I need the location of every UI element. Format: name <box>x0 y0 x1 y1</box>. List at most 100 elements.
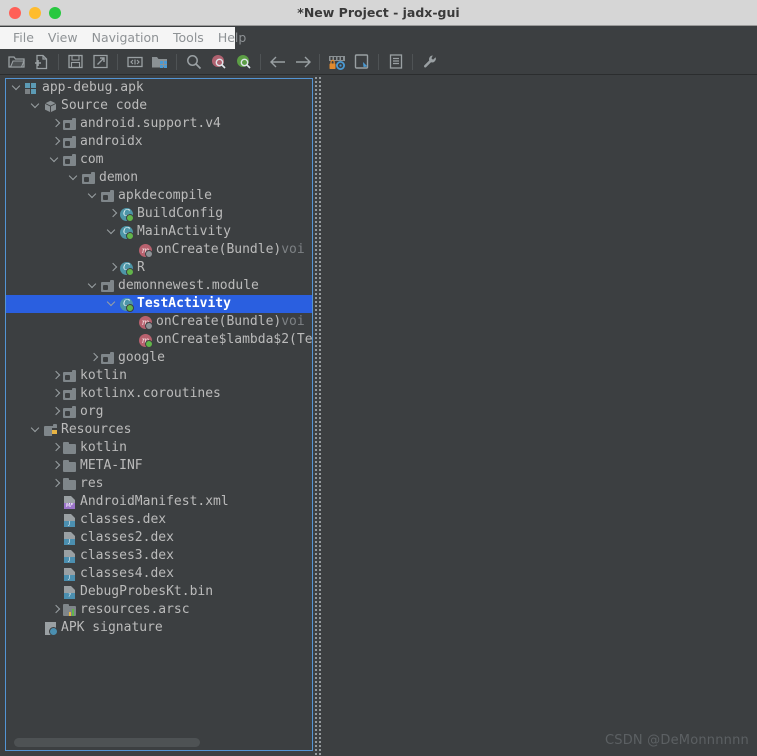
tree-item-label: Resources <box>61 422 132 437</box>
tree-row-selected[interactable]: C TestActivity <box>6 295 312 313</box>
menu-tools[interactable]: Tools <box>166 27 211 49</box>
tree-item-icon <box>23 80 40 96</box>
tree-row[interactable]: Jclasses2.dex <box>6 529 312 547</box>
tree-row[interactable]: org <box>6 403 312 421</box>
chevron-right-icon[interactable] <box>50 403 61 421</box>
menu-navigation[interactable]: Navigation <box>85 27 166 49</box>
tree-row[interactable]: demon <box>6 169 312 187</box>
tree-item-icon <box>61 440 78 456</box>
tree-row[interactable]: Source code <box>6 97 312 115</box>
preferences-icon[interactable] <box>417 50 442 74</box>
tree-row[interactable]: Resources <box>6 421 312 439</box>
chevron-down-icon[interactable] <box>69 169 80 187</box>
tree-item-icon: m <box>137 314 154 330</box>
tree-row[interactable]: android.support.v4 <box>6 115 312 133</box>
tree-row[interactable]: META-INF <box>6 457 312 475</box>
menu-help[interactable]: Help <box>211 27 254 49</box>
chevron-right-icon[interactable] <box>107 259 118 277</box>
tree-item-label: demonnewest.module <box>118 278 259 293</box>
tree-row[interactable]: C BuildConfig <box>6 205 312 223</box>
chevron-right-icon[interactable] <box>50 115 61 133</box>
save-all-icon[interactable] <box>63 50 88 74</box>
chevron-right-icon[interactable] <box>50 133 61 151</box>
chevron-right-icon[interactable] <box>107 205 118 223</box>
project-tree[interactable]: app-debug.apk Source code android.support.… <box>6 79 312 730</box>
tree-row[interactable]: google <box>6 349 312 367</box>
tree-row[interactable]: kotlinx.coroutines <box>6 385 312 403</box>
chevron-right-icon[interactable] <box>50 385 61 403</box>
tree-row[interactable]: com <box>6 151 312 169</box>
chevron-right-icon[interactable] <box>50 475 61 493</box>
tree-item-label: org <box>80 404 104 419</box>
close-button[interactable] <box>9 6 21 19</box>
tree-row[interactable]: CR <box>6 259 312 277</box>
chevron-right-icon[interactable] <box>50 439 61 457</box>
search-icon[interactable] <box>181 50 206 74</box>
text-search-icon[interactable] <box>206 50 231 74</box>
chevron-down-icon[interactable] <box>107 223 118 241</box>
tree-item-label: AndroidManifest.xml <box>80 494 229 509</box>
package-icon <box>101 190 114 202</box>
chevron-right-icon[interactable] <box>50 601 61 619</box>
tree-item-label: com <box>80 152 104 167</box>
panel-splitter[interactable] <box>314 76 323 756</box>
tree-item-label: resources.arsc <box>80 602 190 617</box>
tree-row[interactable]: m onCreate(Bundle) voi <box>6 241 312 259</box>
chevron-down-icon[interactable] <box>31 97 42 115</box>
menu-file[interactable]: File <box>6 27 41 49</box>
tree-item-icon: MF <box>61 494 78 510</box>
chevron-down-icon[interactable] <box>107 295 118 313</box>
tree-row[interactable]: kotlin <box>6 367 312 385</box>
tree-item-label: TestActivity <box>137 296 231 311</box>
add-files-icon[interactable] <box>29 50 54 74</box>
tree-row[interactable]: C MainActivity <box>6 223 312 241</box>
log-viewer-icon[interactable] <box>383 50 408 74</box>
tree-row[interactable]: kotlin <box>6 439 312 457</box>
method-icon: m <box>139 244 153 258</box>
tree-item-icon: ? <box>61 584 78 600</box>
export-gradle-icon[interactable] <box>88 50 113 74</box>
tree-row[interactable]: Jclasses.dex <box>6 511 312 529</box>
chevron-right-icon[interactable] <box>88 349 99 367</box>
open-file-icon[interactable] <box>4 50 29 74</box>
chevron-down-icon[interactable] <box>88 277 99 295</box>
tree-item-icon <box>61 404 78 420</box>
sync-icon[interactable] <box>122 50 147 74</box>
chevron-down-icon[interactable] <box>88 187 99 205</box>
forward-arrow-icon[interactable] <box>290 50 315 74</box>
package-icon <box>63 136 76 148</box>
chevron-down-icon[interactable] <box>50 151 61 169</box>
menu-view[interactable]: View <box>41 27 85 49</box>
chevron-down-icon[interactable] <box>31 421 42 439</box>
tree-row[interactable]: m onCreate(Bundle) voi <box>6 313 312 331</box>
tree-row[interactable]: Jclasses4.dex <box>6 565 312 583</box>
tree-row[interactable]: apkdecompile <box>6 187 312 205</box>
toolbar-separator <box>319 53 320 70</box>
tree-horizontal-scrollbar[interactable] <box>7 736 311 749</box>
tree-row[interactable]: APK signature <box>6 619 312 637</box>
tree-row[interactable]: Jclasses3.dex <box>6 547 312 565</box>
code-viewer-panel <box>323 76 757 756</box>
package-icon <box>101 352 114 364</box>
deobfuscation-icon[interactable] <box>324 50 349 74</box>
chevron-down-icon[interactable] <box>12 79 23 97</box>
tree-row[interactable]: resources.arsc <box>6 601 312 619</box>
tree-item-label: classes3.dex <box>80 548 174 563</box>
tree-item-label: demon <box>99 170 139 185</box>
tree-row[interactable]: app-debug.apk <box>6 79 312 97</box>
chevron-right-icon[interactable] <box>50 367 61 385</box>
back-arrow-icon[interactable] <box>265 50 290 74</box>
flat-packages-icon[interactable] <box>147 50 172 74</box>
tree-row[interactable]: m onCreate$lambda$2(Te <box>6 331 312 349</box>
tree-row[interactable]: MF AndroidManifest.xml <box>6 493 312 511</box>
maximize-button[interactable] <box>49 6 61 19</box>
tree-row[interactable]: ? DebugProbesKt.bin <box>6 583 312 601</box>
comment-search-icon[interactable] <box>231 50 256 74</box>
tree-row[interactable]: res <box>6 475 312 493</box>
quark-engine-icon[interactable] <box>349 50 374 74</box>
minimize-button[interactable] <box>29 6 41 19</box>
chevron-right-icon[interactable] <box>50 457 61 475</box>
tree-row[interactable]: demonnewest.module <box>6 277 312 295</box>
tree-row[interactable]: androidx <box>6 133 312 151</box>
tree-horizontal-scrollbar-thumb[interactable] <box>14 738 200 747</box>
